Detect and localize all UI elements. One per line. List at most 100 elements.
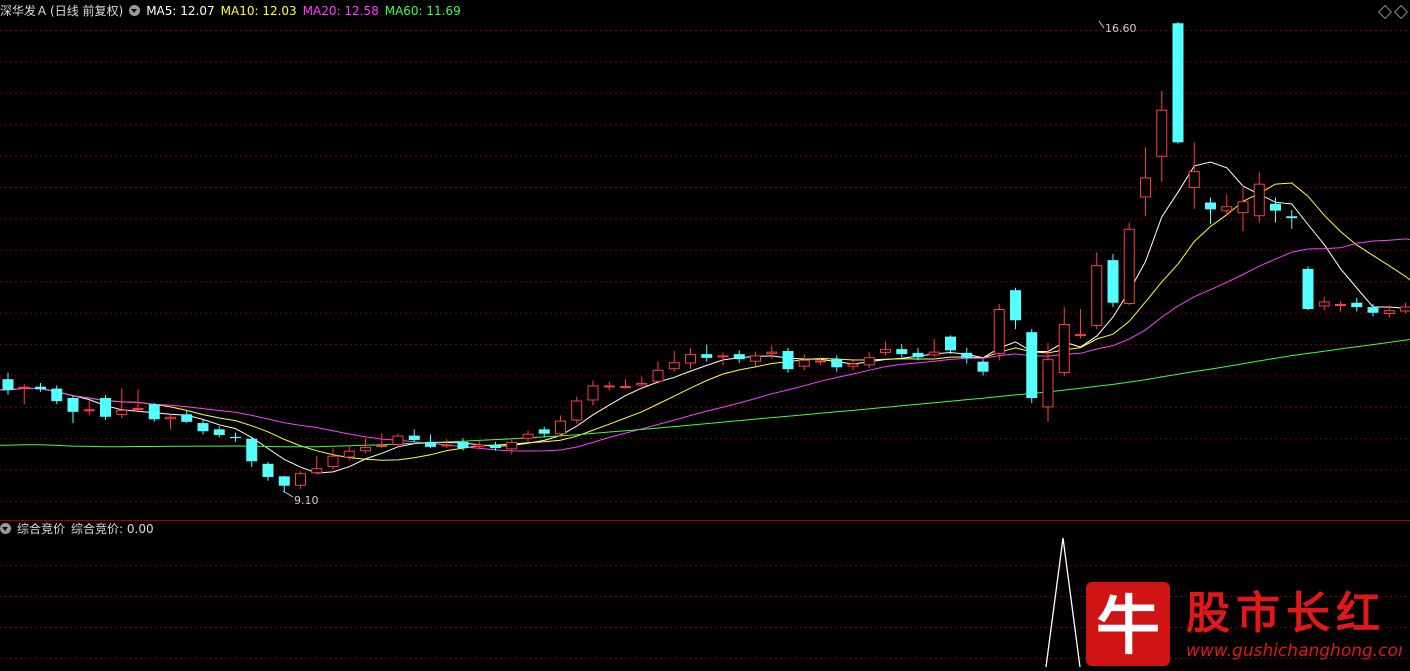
candle <box>35 383 46 392</box>
candle-body <box>913 353 924 357</box>
candle-body <box>1286 216 1297 218</box>
candle <box>1205 197 1216 224</box>
candle <box>1222 194 1232 216</box>
candle <box>848 360 858 370</box>
candle-body <box>767 352 777 354</box>
candle <box>751 352 761 367</box>
candle-body <box>1043 360 1053 407</box>
candle <box>1254 172 1264 222</box>
candle <box>377 433 387 448</box>
candle-body <box>961 353 972 358</box>
candle-body <box>816 361 826 362</box>
candle <box>198 420 209 434</box>
candle <box>783 348 794 373</box>
candle <box>1336 301 1346 311</box>
candle-body <box>1303 269 1314 309</box>
candle-body <box>848 364 858 366</box>
candle-body <box>425 442 436 447</box>
candle-body <box>523 434 533 438</box>
candle <box>328 448 338 469</box>
ma5-line <box>0 162 1410 473</box>
candle-body <box>1238 202 1248 213</box>
grid-lines <box>0 31 1410 659</box>
sub-indicator-menu-icon[interactable] <box>0 523 11 534</box>
candle-body <box>507 442 517 449</box>
candle <box>1401 303 1410 314</box>
candle <box>653 362 663 385</box>
candle <box>637 377 647 387</box>
candle-body <box>718 356 728 357</box>
candle <box>442 439 452 448</box>
candle-body <box>783 351 794 369</box>
candle <box>621 379 631 388</box>
candle <box>1026 329 1037 403</box>
candle-body <box>117 410 127 414</box>
low-pointer <box>283 491 293 497</box>
candle-body <box>945 337 956 351</box>
watermark-logo-char: 牛 <box>1096 590 1160 664</box>
candle-body <box>978 362 989 372</box>
candle-body <box>1141 178 1151 197</box>
candle-body <box>799 360 809 366</box>
candle-body <box>442 445 452 446</box>
candle <box>1010 288 1021 329</box>
candle-body <box>296 474 306 486</box>
candle-body <box>1205 202 1216 209</box>
candle-body <box>1351 303 1362 307</box>
candle <box>945 335 956 354</box>
candle-body <box>686 355 696 363</box>
candle <box>1173 22 1184 144</box>
candle <box>604 382 614 391</box>
candle-body <box>1270 204 1281 211</box>
candle <box>1076 309 1086 338</box>
candle <box>686 348 696 369</box>
candle <box>1238 185 1248 231</box>
watermark-url: www.gushichanghong.com <box>1186 641 1402 661</box>
candle-body <box>1254 184 1264 216</box>
candle-body <box>572 401 582 420</box>
candle <box>279 476 290 492</box>
candle <box>1368 304 1379 317</box>
candle <box>214 426 225 437</box>
candle <box>296 471 306 489</box>
candle-body <box>556 421 566 434</box>
candle <box>864 352 874 368</box>
candle-body <box>3 379 14 390</box>
candle <box>994 304 1004 360</box>
candle-body <box>474 445 484 447</box>
candle <box>929 339 939 357</box>
candle-body <box>1222 207 1232 211</box>
candle-body <box>1059 325 1069 373</box>
candle-body <box>68 398 79 412</box>
candle <box>1319 296 1329 310</box>
candle-body <box>1026 332 1037 398</box>
candle <box>149 403 160 422</box>
ma10-line <box>0 183 1410 460</box>
candle-body <box>166 417 176 419</box>
candle-body <box>490 445 501 448</box>
candle <box>263 462 274 481</box>
bid-spike-line <box>1046 538 1080 667</box>
candle-body <box>279 476 290 485</box>
sub-chart-header: 综合竞价综合竞价: 0.00 <box>0 522 160 537</box>
candle-body <box>1010 290 1021 320</box>
low-label: 9.10 <box>294 494 319 507</box>
candle-body <box>1368 307 1379 313</box>
candle <box>246 437 257 467</box>
candle-body <box>881 350 891 353</box>
candle-body <box>734 354 745 359</box>
watermark-graphic: 牛 股市长红 www.gushichanghong.com <box>1082 570 1402 667</box>
candle-body <box>84 410 94 411</box>
high-pointer <box>1099 21 1104 28</box>
candle <box>881 342 891 356</box>
candle <box>799 354 809 370</box>
candle <box>588 380 598 405</box>
candle-body <box>653 370 663 381</box>
candle-body <box>393 436 403 444</box>
candle <box>166 414 176 429</box>
candle <box>19 384 29 404</box>
candle-body <box>701 354 712 358</box>
candle-body <box>198 423 209 431</box>
candle-body <box>246 439 257 462</box>
candle <box>1351 298 1362 312</box>
